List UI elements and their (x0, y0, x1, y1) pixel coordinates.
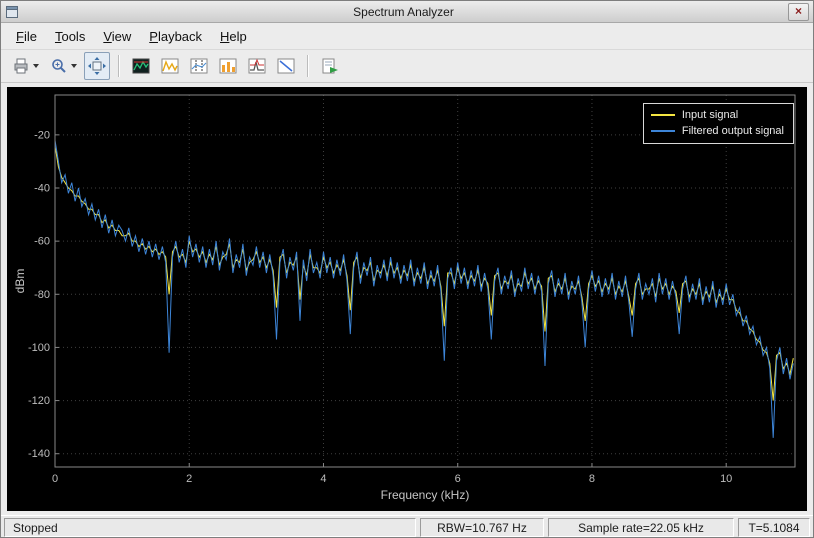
channel-measurements-button[interactable] (215, 52, 241, 80)
spectral-mask-button[interactable] (244, 52, 270, 80)
menu-item-help[interactable]: Help (211, 25, 256, 48)
status-state: Stopped (4, 518, 416, 537)
blue-slope-icon (277, 57, 295, 75)
menu-item-tools[interactable]: Tools (46, 25, 94, 48)
legend-label: Filtered output signal (682, 125, 784, 137)
cursor-icon (190, 57, 208, 75)
expand-icon (88, 57, 106, 75)
x-tick-label: 2 (186, 473, 192, 485)
scale-axes-button[interactable] (84, 52, 110, 80)
figure-area: 0 2 4 6 8 10 -20 -40 -60 -80 -100 -120 -140 dBm Freq… (1, 83, 813, 515)
yellow-peaks-icon (161, 57, 179, 75)
legend-label: Input signal (682, 109, 738, 121)
dropdown-caret-icon[interactable] (33, 64, 39, 68)
window-title: Spectrum Analyzer (19, 5, 788, 19)
y-tick-label: -20 (34, 129, 50, 141)
play-chart-icon (321, 57, 339, 75)
legend-line-sample (651, 114, 675, 116)
y-tick-label: -120 (28, 395, 50, 407)
legend-line-sample (651, 130, 675, 132)
y-tick-label: -140 (28, 448, 50, 460)
playback-settings-button[interactable] (317, 52, 343, 80)
cursor-measurements-button[interactable] (186, 52, 212, 80)
spectrum-plot[interactable]: 0 2 4 6 8 10 -20 -40 -60 -80 -100 -120 -140 (7, 87, 807, 511)
spectrum-settings-button[interactable] (128, 52, 154, 80)
y-tick-label: -40 (34, 183, 50, 195)
legend-entry-0[interactable]: Input signal (651, 107, 784, 123)
y-axis-label: dBm (13, 261, 27, 301)
legend-entry-1[interactable]: Filtered output signal (651, 123, 784, 139)
orange-bars-icon (219, 57, 237, 75)
spectrum-analyzer-window: Spectrum Analyzer × FileToolsViewPlaybac… (0, 0, 814, 538)
status-bar: Stopped RBW=10.767 Hz Sample rate=22.05 … (1, 515, 813, 538)
legend[interactable]: Input signal Filtered output signal (643, 103, 794, 144)
x-tick-label: 6 (455, 473, 461, 485)
zoom-button[interactable] (46, 52, 81, 80)
y-tick-label: -80 (34, 289, 50, 301)
menu-item-playback[interactable]: Playback (140, 25, 211, 48)
status-time: T=5.1084 (738, 518, 810, 537)
title-bar[interactable]: Spectrum Analyzer × (1, 1, 813, 23)
figure: 0 2 4 6 8 10 -20 -40 -60 -80 -100 -120 -140 dBm Freq… (7, 87, 807, 511)
series-1 (55, 140, 793, 438)
dropdown-caret-icon[interactable] (71, 64, 77, 68)
status-rbw: RBW=10.767 Hz (420, 518, 544, 537)
printer-icon (12, 57, 30, 75)
y-tick-label: -60 (34, 236, 50, 248)
status-sample-rate: Sample rate=22.05 kHz (548, 518, 734, 537)
window-icon (5, 5, 19, 19)
x-tick-label: 0 (52, 473, 58, 485)
toolbar (1, 50, 813, 83)
print-button[interactable] (8, 52, 43, 80)
magnifier-icon (50, 57, 68, 75)
ccdf-measurements-button[interactable] (273, 52, 299, 80)
x-tick-label: 10 (720, 473, 732, 485)
toolbar-separator (118, 55, 120, 77)
x-axis-label: Frequency (kHz) (55, 488, 795, 502)
menu-bar: FileToolsViewPlaybackHelp (1, 23, 813, 50)
y-tick-label: -100 (28, 342, 50, 354)
menu-item-view[interactable]: View (94, 25, 140, 48)
menu-item-file[interactable]: File (7, 25, 46, 48)
close-button[interactable]: × (788, 3, 809, 21)
peak-finder-button[interactable] (157, 52, 183, 80)
x-tick-label: 8 (589, 473, 595, 485)
mask-icon (248, 57, 266, 75)
toolbar-separator (307, 55, 309, 77)
x-tick-label: 4 (320, 473, 326, 485)
spectrum-icon (132, 57, 150, 75)
